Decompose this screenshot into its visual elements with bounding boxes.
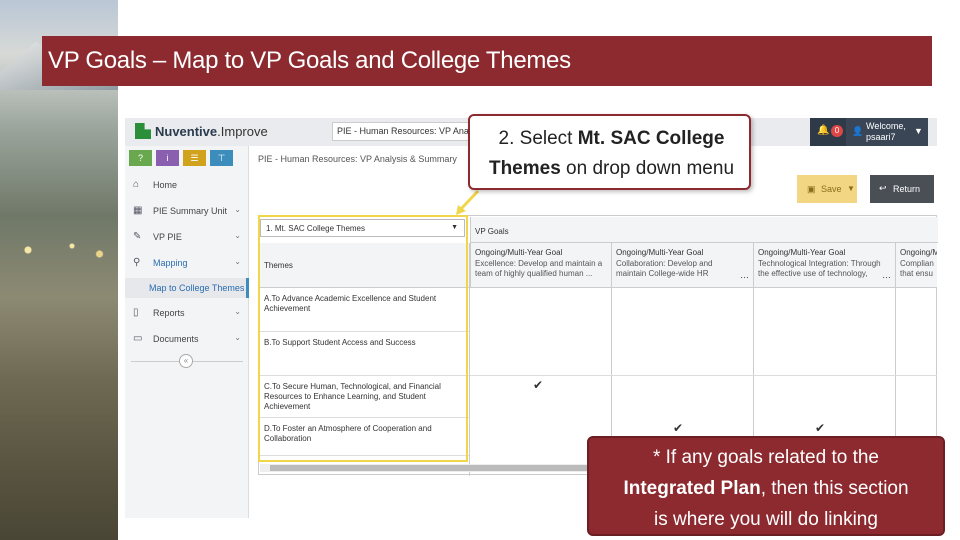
logo-mark-icon [135, 123, 151, 139]
theme-select-dropdown[interactable]: 1. Mt. SAC College Themes ▼ [260, 219, 465, 237]
sidebar-toolbar: ? i ☰ ⊤ [129, 150, 233, 166]
themes-header: Themes [259, 243, 469, 288]
theme-row: C.To Secure Human, Technological, and Fi… [259, 376, 469, 418]
sidebar-item-documents[interactable]: ▭ Documents ⌄ [125, 328, 249, 350]
theme-row: A.To Advance Academic Excellence and Stu… [259, 288, 469, 332]
pencil-icon: ✎ [133, 231, 142, 242]
breadcrumb: PIE - Human Resources: VP Analysis & Sum… [258, 154, 457, 164]
vp-goals-header: VP Goals [470, 217, 938, 243]
floppy-icon: ▣ [807, 184, 816, 194]
chevron-down-icon: ⌄ [234, 231, 241, 240]
note-line: Integrated Plan, then this section [623, 478, 909, 499]
chevron-down-icon: ⌄ [234, 205, 241, 214]
slide-title-bar: VP Goals – Map to VP Goals and College T… [42, 36, 932, 86]
caret-down-icon: ▼ [914, 126, 923, 136]
mapping-checkmark[interactable]: ✔ [673, 421, 683, 435]
sidebar-item-mapping[interactable]: ⚲ Mapping ⌄ [125, 252, 249, 274]
scrollbar-thumb[interactable] [270, 465, 590, 471]
goal-column-header[interactable]: Ongoing/Multi-Year Goal Excellence: Deve… [470, 243, 611, 288]
user-icon: 👤 [852, 126, 864, 136]
step-2-callout: 2. Select Mt. SAC College Themes on drop… [468, 114, 751, 190]
home-icon: ⌂ [133, 179, 140, 190]
user-name: psaari7 [866, 132, 896, 142]
nuventive-logo[interactable]: Nuventive.Improve [135, 123, 268, 139]
mapping-checkmark[interactable]: ✔ [815, 421, 825, 435]
caret-down-icon[interactable]: ▼ [847, 184, 855, 193]
more-icon[interactable]: … [740, 270, 749, 280]
caret-down-icon: ▼ [451, 224, 458, 231]
note-line: * If any goals related to the [652, 447, 880, 468]
goal-column-header[interactable]: Ongoing/Multi-Year Goal Collaboration: D… [611, 243, 753, 288]
city-lights [6, 230, 116, 270]
sitemap-icon: ⚲ [133, 257, 141, 268]
grid-row-divider [470, 332, 937, 376]
logo-text: Nuventive.Improve [155, 123, 268, 139]
notifications-button[interactable]: 🔔 0 [810, 118, 848, 146]
return-button[interactable]: ↩ Return [870, 175, 934, 203]
sidebar-subitem-map-to-college-themes[interactable]: Map to College Themes [125, 278, 249, 298]
sidebar: ? i ☰ ⊤ ⌂ Home ▦ PIE Summary Unit ⌄ ✎ VP… [125, 146, 249, 518]
folder-icon: ▭ [133, 333, 143, 344]
notification-badge: 0 [831, 125, 843, 137]
callout-line: 2. Select Mt. SAC College [498, 128, 725, 149]
theme-row: D.To Foster an Atmosphere of Cooperation… [259, 418, 469, 456]
info-icon[interactable]: ? [129, 150, 152, 166]
themes-column: Themes A.To Advance Academic Excellence … [259, 243, 470, 476]
theme-row: B.To Support Student Access and Success [259, 332, 469, 376]
book-icon: ▯ [133, 307, 139, 318]
more-icon[interactable]: … [882, 270, 891, 280]
chevron-down-icon: ⌄ [234, 333, 241, 342]
mapping-checkmark[interactable]: ✔ [533, 378, 543, 392]
callout-line: Themes on drop down menu [488, 158, 735, 179]
collapse-sidebar-button[interactable]: « [179, 354, 193, 368]
goal-column-header[interactable]: Ongoing/M Complian that ensu [895, 243, 937, 288]
list-icon[interactable]: ☰ [183, 150, 206, 166]
goal-column-header[interactable]: Ongoing/Multi-Year Goal Technological In… [753, 243, 895, 288]
chevron-down-icon: ⌄ [234, 307, 241, 316]
user-welcome: Welcome, [866, 121, 906, 131]
note-line: is where you will do linking [654, 509, 878, 530]
detail-icon[interactable]: i [156, 150, 179, 166]
save-button[interactable]: ▣ Save ▼ [797, 175, 857, 203]
sidebar-item-vp-pie[interactable]: ✎ VP PIE ⌄ [125, 226, 249, 248]
sidebar-item-reports[interactable]: ▯ Reports ⌄ [125, 302, 249, 324]
slide-title: VP Goals – Map to VP Goals and College T… [48, 47, 571, 74]
integrated-plan-note: * If any goals related to the Integrated… [587, 436, 945, 536]
pointer-arrow-icon [456, 189, 480, 215]
building-icon: ▦ [133, 205, 143, 216]
return-arrow-icon: ↩ [879, 183, 887, 193]
user-menu[interactable]: 👤 Welcome, psaari7 ▼ [846, 118, 928, 146]
sidebar-item-pie-summary-unit[interactable]: ▦ PIE Summary Unit ⌄ [125, 200, 249, 222]
chevron-down-icon: ⌄ [234, 257, 241, 266]
bell-icon: 🔔 [817, 125, 830, 136]
sidebar-item-home[interactable]: ⌂ Home [125, 174, 249, 196]
filter-icon[interactable]: ⊤ [210, 150, 233, 166]
